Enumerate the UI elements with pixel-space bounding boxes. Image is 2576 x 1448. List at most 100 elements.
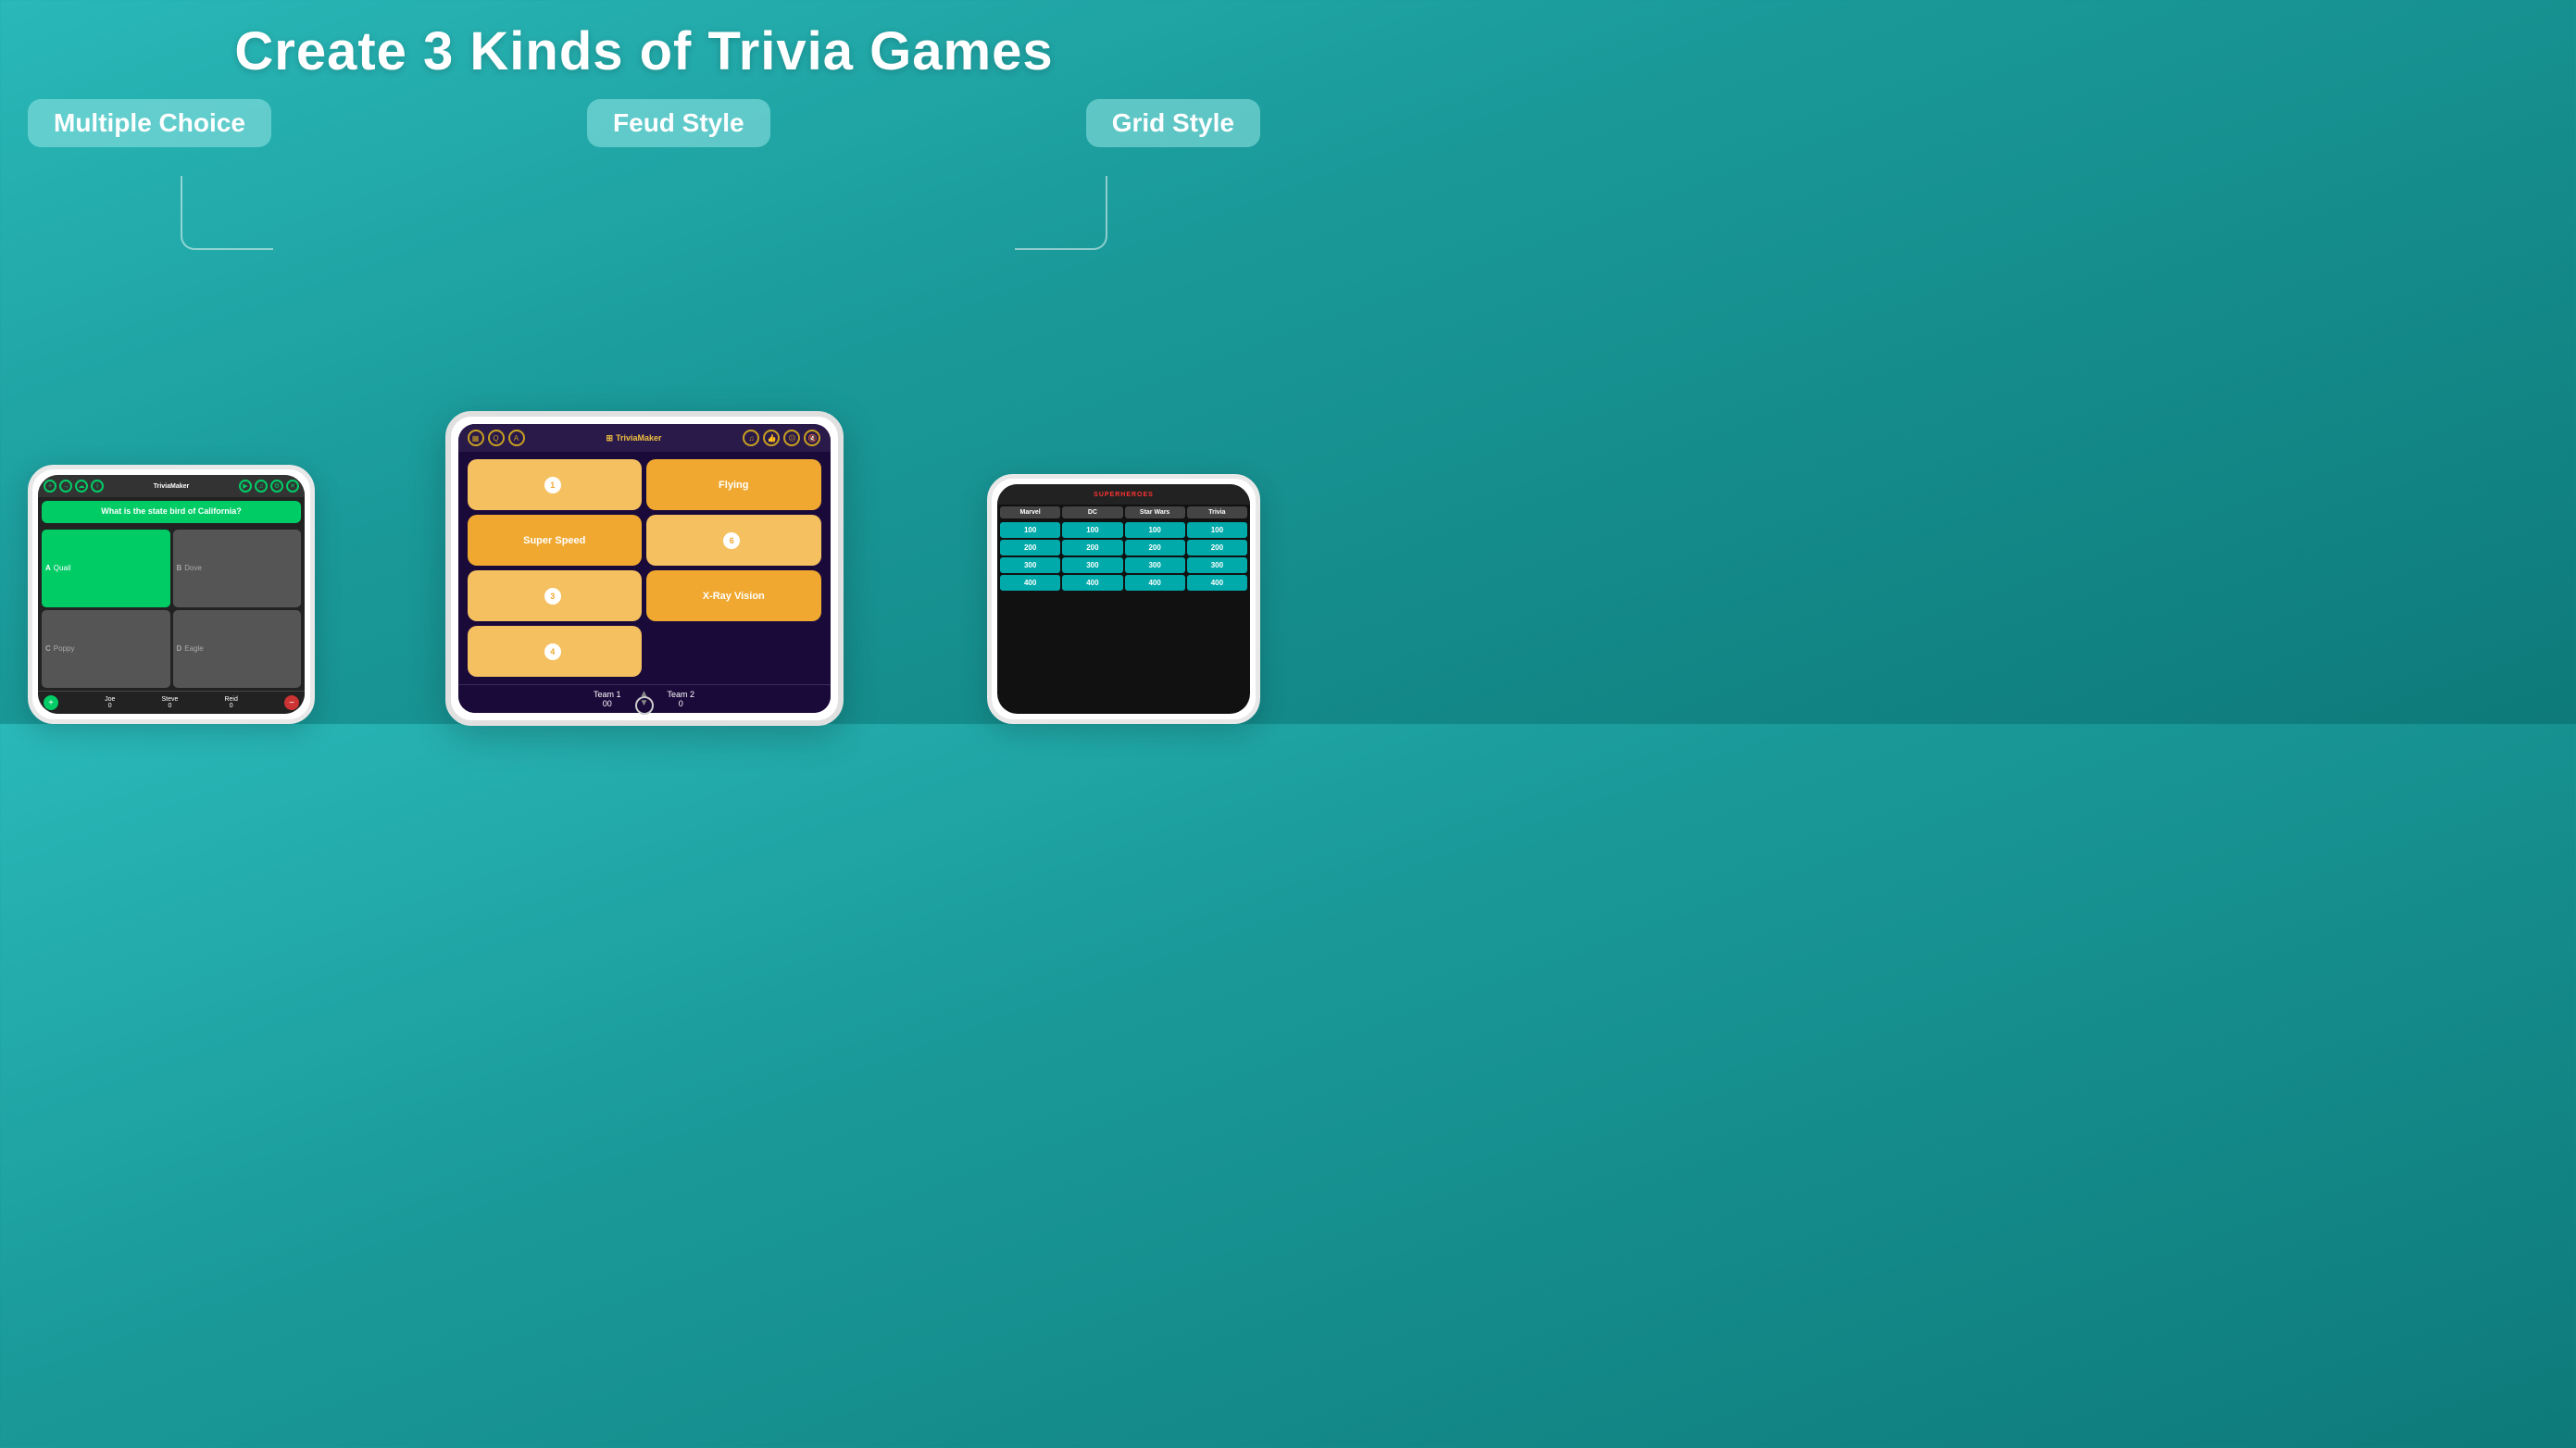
feud-icon-q: Q: [488, 430, 505, 446]
grid-cell-starwars-400[interactable]: 400: [1125, 575, 1185, 591]
grid-cell-marvel-200[interactable]: 200: [1000, 540, 1060, 555]
feud-answer-1[interactable]: 1: [468, 459, 643, 510]
grid-cell-trivia-400[interactable]: 400: [1187, 575, 1247, 591]
feud-team2: Team 2 0: [667, 690, 694, 708]
grid-header-starwars: Star Wars: [1125, 506, 1185, 518]
feud-answer-xray[interactable]: X-Ray Vision: [646, 570, 821, 621]
mc-answer-b-text: Dove: [184, 564, 202, 572]
feud-icon-a: A: [508, 430, 525, 446]
mc-scores: + Joe 0 Steve 0 Reid 0 −: [38, 691, 305, 714]
grid-cell-marvel-100[interactable]: 100: [1000, 522, 1060, 538]
mc-score-joe: Joe 0: [105, 696, 115, 709]
tablet-home-button[interactable]: [635, 696, 654, 715]
feud-icon-grid: ▦: [468, 430, 484, 446]
mc-score-steve: Steve 0: [161, 696, 178, 709]
grid-cell-trivia-300[interactable]: 300: [1187, 557, 1247, 573]
mc-answer-d-text: Eagle: [184, 644, 203, 653]
grid-topbar: SUPERHEROES: [997, 484, 1250, 505]
mc-icon-4: i: [91, 480, 104, 493]
tablet-feud: ▦ Q A ⊞ TriviaMaker ♫ 👍 ☹ 🔇: [445, 411, 844, 726]
feud-answer-4[interactable]: 4: [468, 626, 643, 677]
feud-empty-cell: [646, 626, 821, 677]
mc-answer-c[interactable]: C Poppy: [42, 610, 170, 688]
mc-icons-left: + → ☁ i: [44, 480, 104, 493]
phone-grid: SUPERHEROES Marvel DC Star Wars Trivia 1…: [987, 474, 1260, 724]
feud-answer-xray-text: X-Ray Vision: [703, 591, 765, 602]
mc-answer-a-text: Quail: [54, 564, 71, 572]
feud-num-3: 3: [544, 588, 561, 605]
mc-icon-3: ☁: [75, 480, 88, 493]
grid-cell-dc-400[interactable]: 400: [1062, 575, 1122, 591]
feud-answer-superspeed-text: Super Speed: [523, 535, 585, 546]
feud-icon-music: ♫: [743, 430, 759, 446]
mc-answer-b-letter: B: [177, 564, 182, 572]
feud-style-label: Feud Style: [587, 99, 770, 147]
mc-answer-c-letter: C: [45, 644, 51, 653]
feud-num-1: 1: [544, 477, 561, 493]
page-title: Create 3 Kinds of Trivia Games: [0, 0, 1288, 82]
grid-header-trivia: Trivia: [1187, 506, 1247, 518]
grid-header-marvel: Marvel: [1000, 506, 1060, 518]
feud-team2-name: Team 2: [667, 690, 694, 699]
mc-answer-c-text: Poppy: [54, 644, 75, 653]
mc-icons-right: ▶ ♫ ⚙ ✕: [239, 480, 299, 493]
grid-cell-dc-100[interactable]: 100: [1062, 522, 1122, 538]
grid-cell-dc-300[interactable]: 300: [1062, 557, 1122, 573]
mc-icon-1: +: [44, 480, 56, 493]
grid-screen: SUPERHEROES Marvel DC Star Wars Trivia 1…: [997, 484, 1250, 714]
grid-cell-starwars-200[interactable]: 200: [1125, 540, 1185, 555]
feud-answer-3[interactable]: 3: [468, 570, 643, 621]
feud-app-name: TriviaMaker: [616, 433, 662, 443]
connector-left: [181, 176, 273, 250]
grid-header-dc: DC: [1062, 506, 1122, 518]
mc-add-btn[interactable]: +: [44, 695, 58, 710]
connector-right: [1015, 176, 1107, 250]
mc-sub-btn[interactable]: −: [284, 695, 299, 710]
feud-answers-grid: 1 Flying Super Speed 6 3 X-Ray Vision: [458, 452, 831, 684]
feud-topbar: ▦ Q A ⊞ TriviaMaker ♫ 👍 ☹ 🔇: [458, 424, 831, 452]
feud-team2-score: 0: [667, 699, 694, 708]
feud-answer-6[interactable]: 6: [646, 515, 821, 566]
feud-answer-superspeed[interactable]: Super Speed: [468, 515, 643, 566]
grid-cell-marvel-300[interactable]: 300: [1000, 557, 1060, 573]
feud-screen: ▦ Q A ⊞ TriviaMaker ♫ 👍 ☹ 🔇: [458, 424, 831, 713]
feud-team1: Team 1 00: [594, 690, 621, 708]
feud-team1-score: 00: [594, 699, 621, 708]
mc-icon-settings: ⚙: [270, 480, 283, 493]
mc-topbar: + → ☁ i TriviaMaker ▶ ♫ ⚙ ✕: [38, 475, 305, 497]
grid-cell-trivia-100[interactable]: 100: [1187, 522, 1247, 538]
feud-num-4: 4: [544, 643, 561, 660]
mc-player-steve-score: 0: [161, 703, 178, 709]
grid-cell-starwars-100[interactable]: 100: [1125, 522, 1185, 538]
mc-app-name: TriviaMaker: [154, 483, 190, 490]
feud-answer-flying[interactable]: Flying: [646, 459, 821, 510]
grid-headers: Marvel DC Star Wars Trivia: [997, 505, 1250, 520]
feud-num-6: 6: [723, 532, 740, 549]
grid-style-label: Grid Style: [1086, 99, 1260, 147]
feud-team1-name: Team 1: [594, 690, 621, 699]
grid-row-200: 200 200 200 200: [1000, 540, 1247, 555]
mc-screen: + → ☁ i TriviaMaker ▶ ♫ ⚙ ✕ What is the …: [38, 475, 305, 714]
mc-answer-d-letter: D: [177, 644, 182, 653]
grid-cell-marvel-400[interactable]: 400: [1000, 575, 1060, 591]
mc-player-steve-name: Steve: [161, 696, 178, 703]
mc-icon-play: ▶: [239, 480, 252, 493]
mc-answers: A Quail B Dove C Poppy D Eagle: [38, 527, 305, 691]
multiple-choice-label: Multiple Choice: [28, 99, 271, 147]
mc-answer-a[interactable]: A Quail: [42, 530, 170, 607]
mc-player-reid-score: 0: [224, 703, 237, 709]
feud-icons-left: ▦ Q A: [468, 430, 525, 446]
grid-row-100: 100 100 100 100: [1000, 522, 1247, 538]
grid-value-rows: 100 100 100 100 200 200 200 200 300 300 …: [997, 520, 1250, 714]
labels-row: Multiple Choice Feud Style Grid Style: [0, 82, 1288, 147]
mc-player-joe-name: Joe: [105, 696, 115, 703]
grid-cell-starwars-300[interactable]: 300: [1125, 557, 1185, 573]
feud-icon-thumbs: 👍: [763, 430, 780, 446]
feud-answer-flying-text: Flying: [719, 480, 748, 491]
grid-cell-dc-200[interactable]: 200: [1062, 540, 1122, 555]
feud-icons-right: ♫ 👍 ☹ 🔇: [743, 430, 820, 446]
grid-cell-trivia-200[interactable]: 200: [1187, 540, 1247, 555]
mc-icon-close: ✕: [286, 480, 299, 493]
mc-answer-b[interactable]: B Dove: [173, 530, 302, 607]
mc-answer-d[interactable]: D Eagle: [173, 610, 302, 688]
